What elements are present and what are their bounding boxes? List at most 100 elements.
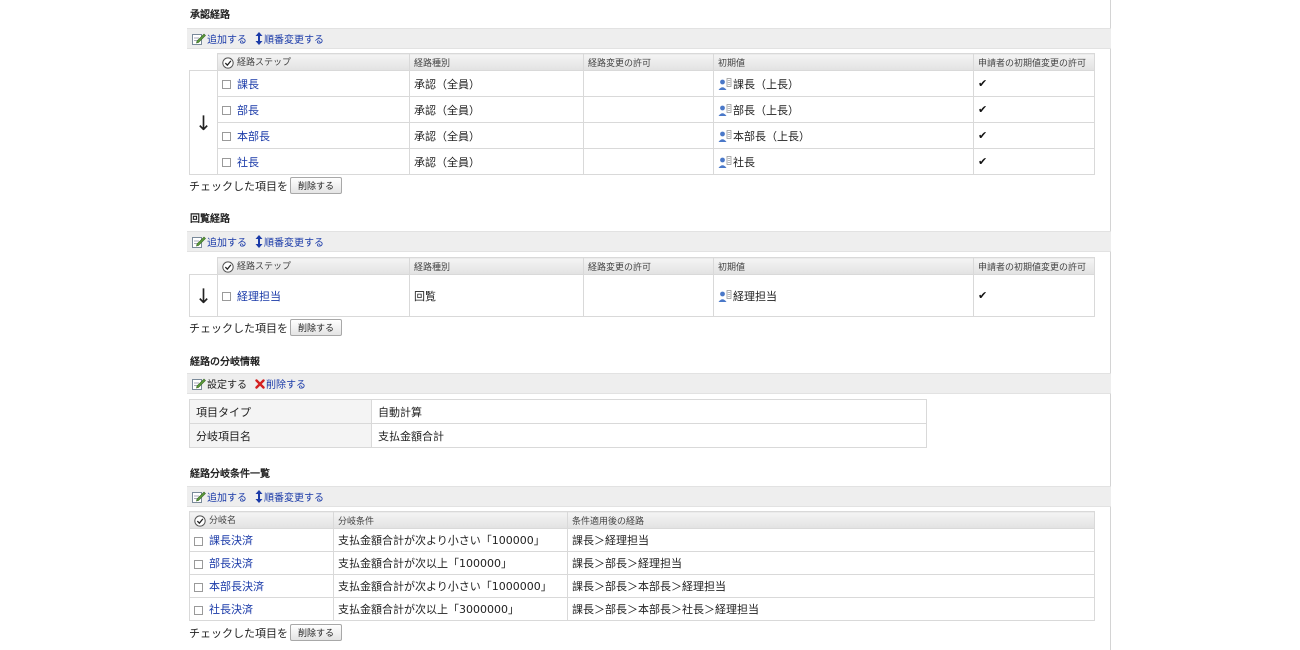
conditions-add-button[interactable]: 追加する <box>192 489 247 504</box>
route-after-cell: 課長＞部長＞本部長＞経理担当 <box>567 574 1095 598</box>
row-checkbox[interactable] <box>222 292 231 301</box>
circulation-add-button[interactable]: 追加する <box>192 234 247 249</box>
branch-name-link[interactable]: 社長決済 <box>209 603 253 616</box>
branch-condition-cell: 支払金額合計が次より小さい「1000000」 <box>333 574 568 598</box>
user-icon <box>718 130 732 143</box>
header-applicant-change-permission: 申請者の初期値変更の許可 <box>973 53 1095 71</box>
circulation-section-title: 回覧経路 <box>190 214 230 225</box>
table-row: 部長 承認（全員） 部長（上長） ✔ <box>190 96 1095 123</box>
user-icon <box>718 104 732 117</box>
route-permission-cell <box>583 70 714 97</box>
route-type-cell: 承認（全員） <box>409 96 584 123</box>
route-after-cell: 課長＞経理担当 <box>567 528 1095 552</box>
circulation-delete-button[interactable]: 削除する <box>290 319 343 336</box>
header-route-after-condition: 条件適用後の経路 <box>567 511 1095 529</box>
branch-set-button[interactable]: 設定する <box>192 376 247 391</box>
circulation-reorder-button[interactable]: 順番変更する <box>255 234 324 249</box>
check-all-icon[interactable] <box>194 515 206 527</box>
row-checkbox[interactable] <box>194 582 203 592</box>
table-row: 分岐項目名 支払金額合計 <box>189 423 927 448</box>
route-permission-cell <box>583 122 714 149</box>
table-row: ↓ 課長 承認（全員） 課長（上長） ✔ <box>189 70 1095 175</box>
initial-value-cell: 経理担当 <box>733 289 777 303</box>
down-arrow-icon: ↓ <box>189 70 218 175</box>
check-all-icon[interactable] <box>222 57 234 69</box>
item-type-label: 項目タイプ <box>189 399 372 424</box>
route-after-cell: 課長＞部長＞本部長＞社長＞経理担当 <box>567 597 1095 621</box>
branch-info-table: 項目タイプ 自動計算 分岐項目名 支払金額合計 <box>189 399 927 448</box>
table-row: 社長決済 支払金額合計が次以上「3000000」 課長＞部長＞本部長＞社長＞経理… <box>189 597 1095 621</box>
applicant-permission-check: ✔ <box>973 148 1095 175</box>
table-row: 本部長 承認（全員） 本部長（上長） ✔ <box>190 122 1095 149</box>
header-initial-value: 初期値 <box>713 53 974 71</box>
row-checkbox[interactable] <box>194 605 203 615</box>
header-route-type: 経路種別 <box>409 53 584 71</box>
branch-conditions-toolbar: 追加する 順番変更する <box>187 486 1111 507</box>
row-checkbox[interactable] <box>222 158 231 167</box>
delete-x-icon <box>255 379 265 389</box>
step-link[interactable]: 本部長 <box>237 130 270 143</box>
branch-delete-button[interactable]: 削除する <box>255 376 306 391</box>
header-route-step: 経路ステップ <box>217 53 410 71</box>
applicant-permission-check: ✔ <box>973 274 1095 317</box>
conditions-footer: チェックした項目を 削除する <box>189 624 343 641</box>
conditions-delete-button[interactable]: 削除する <box>290 624 343 641</box>
circulation-toolbar: 追加する 順番変更する <box>187 231 1111 252</box>
edit-icon <box>192 235 206 248</box>
branch-conditions-table: 分岐名 分岐条件 条件適用後の経路 課長決済 支払金額合計が次より小さい「100… <box>189 511 1095 621</box>
conditions-reorder-button[interactable]: 順番変更する <box>255 489 324 504</box>
table-row: 社長 承認（全員） 社長 ✔ <box>190 148 1095 175</box>
check-all-icon[interactable] <box>222 261 234 273</box>
route-type-cell: 承認（全員） <box>409 148 584 175</box>
initial-value-cell: 課長（上長） <box>733 77 799 91</box>
table-row: 課長決済 支払金額合計が次より小さい「100000」 課長＞経理担当 <box>189 528 1095 552</box>
user-icon <box>718 78 732 91</box>
header-branch-name: 分岐名 <box>189 511 334 529</box>
approval-reorder-button[interactable]: 順番変更する <box>255 31 324 46</box>
reorder-icon <box>255 235 263 248</box>
header-applicant-change-permission: 申請者の初期値変更の許可 <box>973 257 1095 275</box>
reorder-icon <box>255 32 263 45</box>
initial-value-cell: 部長（上長） <box>733 103 799 117</box>
route-type-cell: 承認（全員） <box>409 70 584 97</box>
header-route-type: 経路種別 <box>409 257 584 275</box>
row-checkbox[interactable] <box>222 106 231 115</box>
branch-info-toolbar: 設定する 削除する <box>187 373 1111 394</box>
conditions-reorder-label: 順番変更する <box>264 493 324 504</box>
row-checkbox[interactable] <box>194 536 203 546</box>
row-checkbox[interactable] <box>222 80 231 89</box>
branch-condition-cell: 支払金額合計が次より小さい「100000」 <box>333 528 568 552</box>
arrow-header <box>189 257 218 275</box>
header-route-change-permission: 経路変更の許可 <box>583 53 714 71</box>
checked-items-label: チェックした項目を <box>189 321 288 335</box>
approval-toolbar: 追加する 順番変更する <box>187 28 1111 49</box>
approval-delete-button[interactable]: 削除する <box>290 177 343 194</box>
edit-icon <box>192 32 206 45</box>
branch-name-link[interactable]: 部長決済 <box>209 557 253 570</box>
branch-conditions-section-title: 経路分岐条件一覧 <box>190 469 270 480</box>
edit-icon <box>192 490 206 503</box>
conditions-add-label: 追加する <box>207 493 247 504</box>
route-permission-cell <box>583 96 714 123</box>
branch-item-name-value: 支払金額合計 <box>371 423 927 448</box>
branch-info-section-title: 経路の分岐情報 <box>190 357 260 368</box>
item-type-value: 自動計算 <box>371 399 927 424</box>
approval-add-button[interactable]: 追加する <box>192 31 247 46</box>
route-type-cell: 承認（全員） <box>409 122 584 149</box>
route-permission-cell <box>583 274 714 317</box>
applicant-permission-check: ✔ <box>973 96 1095 123</box>
circulation-footer: チェックした項目を 削除する <box>189 319 343 336</box>
branch-name-link[interactable]: 本部長決済 <box>209 580 264 593</box>
step-link[interactable]: 部長 <box>237 104 259 117</box>
step-link[interactable]: 社長 <box>237 156 259 169</box>
row-checkbox[interactable] <box>222 132 231 141</box>
header-route-step: 経路ステップ <box>217 257 410 275</box>
route-settings-panel: 承認経路 追加する 順番変更する 経路ステップ 経路種別 経路変更の許可 初期値… <box>187 0 1111 650</box>
row-checkbox[interactable] <box>194 559 203 569</box>
step-link[interactable]: 課長 <box>237 78 259 91</box>
branch-item-name-label: 分岐項目名 <box>189 423 372 448</box>
table-row: 項目タイプ 自動計算 <box>189 399 927 424</box>
branch-name-link[interactable]: 課長決済 <box>209 534 253 547</box>
step-link[interactable]: 経理担当 <box>237 290 281 303</box>
circulation-reorder-label: 順番変更する <box>264 238 324 249</box>
